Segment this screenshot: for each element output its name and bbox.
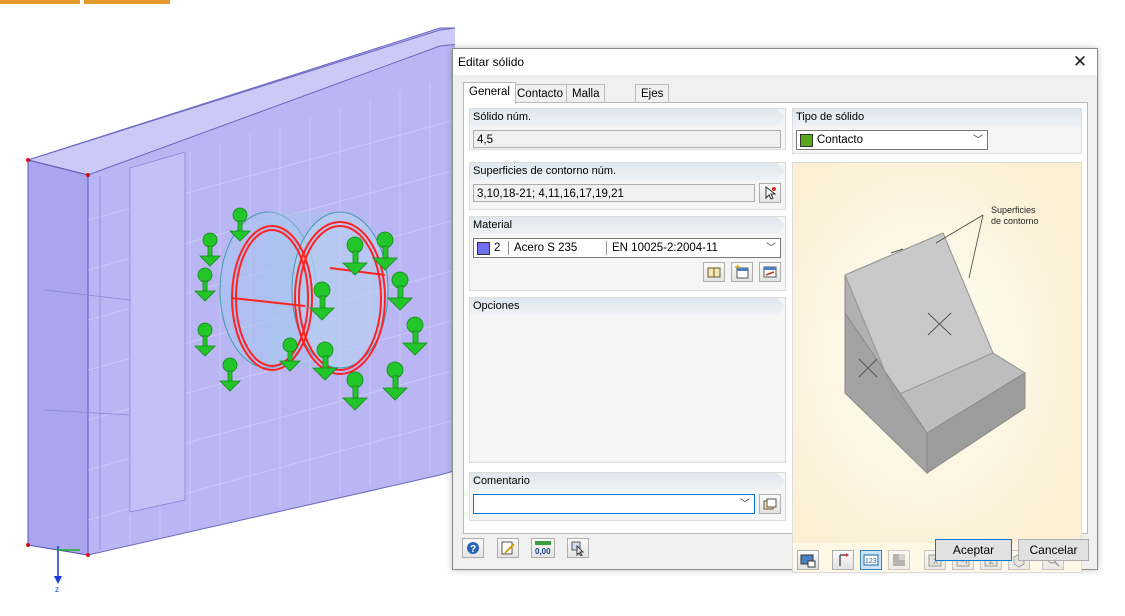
numbering-icon: 123	[863, 554, 879, 566]
chevron-down-icon: ﹀	[766, 243, 776, 254]
ok-button[interactable]: Aceptar	[935, 539, 1012, 561]
close-button[interactable]: ✕	[1069, 51, 1091, 73]
material-color-swatch	[477, 242, 490, 255]
edit-table-icon	[763, 266, 777, 278]
show-axes-button[interactable]	[832, 550, 854, 570]
help-button[interactable]: ?	[462, 538, 484, 558]
z-axis-arrow	[54, 576, 62, 584]
material-name: Acero S 235	[514, 242, 578, 254]
view-settings-button[interactable]	[797, 550, 819, 570]
copy-icon	[763, 498, 777, 510]
solid-type-color-swatch	[800, 134, 813, 147]
units-decimals-icon: 0,00	[535, 541, 551, 556]
solid-type-select[interactable]: Contacto ﹀	[796, 130, 988, 150]
solid-type-value: Contacto	[817, 134, 864, 146]
tab-malla-de-ef[interactable]: Malla de EF	[566, 84, 606, 136]
solid-number-group: Sólido núm. 4,5	[469, 108, 786, 150]
comment-library-button[interactable]	[759, 494, 781, 514]
svg-text:0,00: 0,00	[535, 547, 551, 556]
show-numbering-button[interactable]: 123	[860, 550, 882, 570]
axes-icon	[839, 553, 849, 566]
solid-number-field[interactable]: 4,5	[473, 130, 781, 148]
render-mode-button[interactable]	[888, 550, 910, 570]
solid-number-label: Sólido núm.	[473, 111, 532, 123]
material-library-button[interactable]	[703, 262, 725, 282]
tab-ejes[interactable]: Ejes	[635, 84, 670, 103]
solid-preview-image: Superficies de contorno	[793, 163, 1081, 543]
comment-input[interactable]: ﹀	[473, 494, 755, 514]
model-viewport[interactable]: z	[0, 0, 455, 616]
help-icon: ?	[467, 542, 479, 555]
boundary-surfaces-group: Superficies de contorno núm. 3,10,18-21;…	[469, 162, 786, 210]
render-icon	[893, 554, 905, 566]
view-display-icon	[800, 554, 816, 568]
pick-cursor-icon	[765, 185, 777, 200]
material-select[interactable]: 2 Acero S 235 EN 10025-2:2004-11 ﹀	[473, 238, 781, 258]
boundary-surfaces-label: Superficies de contorno núm.	[473, 165, 617, 177]
comment-group: Comentario ﹀	[469, 472, 786, 521]
new-material-button[interactable]	[731, 262, 753, 282]
notepad-icon	[501, 541, 515, 555]
preview-panel: Superficies de contorno	[792, 162, 1082, 573]
solid-type-group: Tipo de sólido Contacto ﹀	[792, 108, 1082, 154]
inner-plate	[129, 151, 186, 513]
units-button[interactable]: 0,00	[531, 538, 555, 558]
edit-material-button[interactable]	[759, 262, 781, 282]
tab-contacto[interactable]: Contacto	[511, 84, 570, 103]
new-item-icon	[735, 264, 749, 279]
svg-text:?: ?	[470, 544, 476, 555]
solid-type-label: Tipo de sólido	[796, 111, 865, 123]
svg-text:123: 123	[865, 558, 877, 565]
boundary-surfaces-field[interactable]: 3,10,18-21; 4,11,16,17,19,21	[473, 184, 755, 202]
material-number: 2	[494, 242, 501, 254]
book-icon	[707, 267, 721, 278]
options-label: Opciones	[473, 300, 520, 312]
select-in-model-button[interactable]	[567, 538, 589, 558]
chevron-down-icon: ﹀	[973, 135, 983, 146]
slab-side-face	[27, 159, 89, 556]
cancel-button[interactable]: Cancelar	[1018, 539, 1089, 561]
preview-annotation-line1: Superficies	[991, 205, 1036, 215]
comment-label: Comentario	[473, 475, 530, 487]
options-group: Opciones	[469, 297, 786, 463]
dialog-title: Editar sólido	[458, 55, 525, 69]
dialog-titlebar: Editar sólido ✕	[453, 49, 1097, 75]
pick-surfaces-button[interactable]	[759, 183, 781, 203]
tab-general[interactable]: General	[463, 82, 516, 104]
chevron-down-icon: ﹀	[740, 499, 750, 510]
material-group: Material 2 Acero S 235 EN 10025-2:2004-1…	[469, 216, 786, 291]
tab-panel-general: Sólido núm. 4,5 Superficies de contorno …	[463, 102, 1088, 573]
preview-annotation-line2: de contorno	[991, 216, 1039, 226]
edit-solid-dialog: Editar sólido ✕ General Contacto Malla d…	[452, 48, 1098, 573]
select-object-icon	[571, 541, 585, 556]
edit-notes-button[interactable]	[497, 538, 519, 558]
material-standard: EN 10025-2:2004-11	[612, 242, 718, 254]
z-axis-label: z	[55, 585, 59, 594]
material-label: Material	[473, 219, 513, 231]
